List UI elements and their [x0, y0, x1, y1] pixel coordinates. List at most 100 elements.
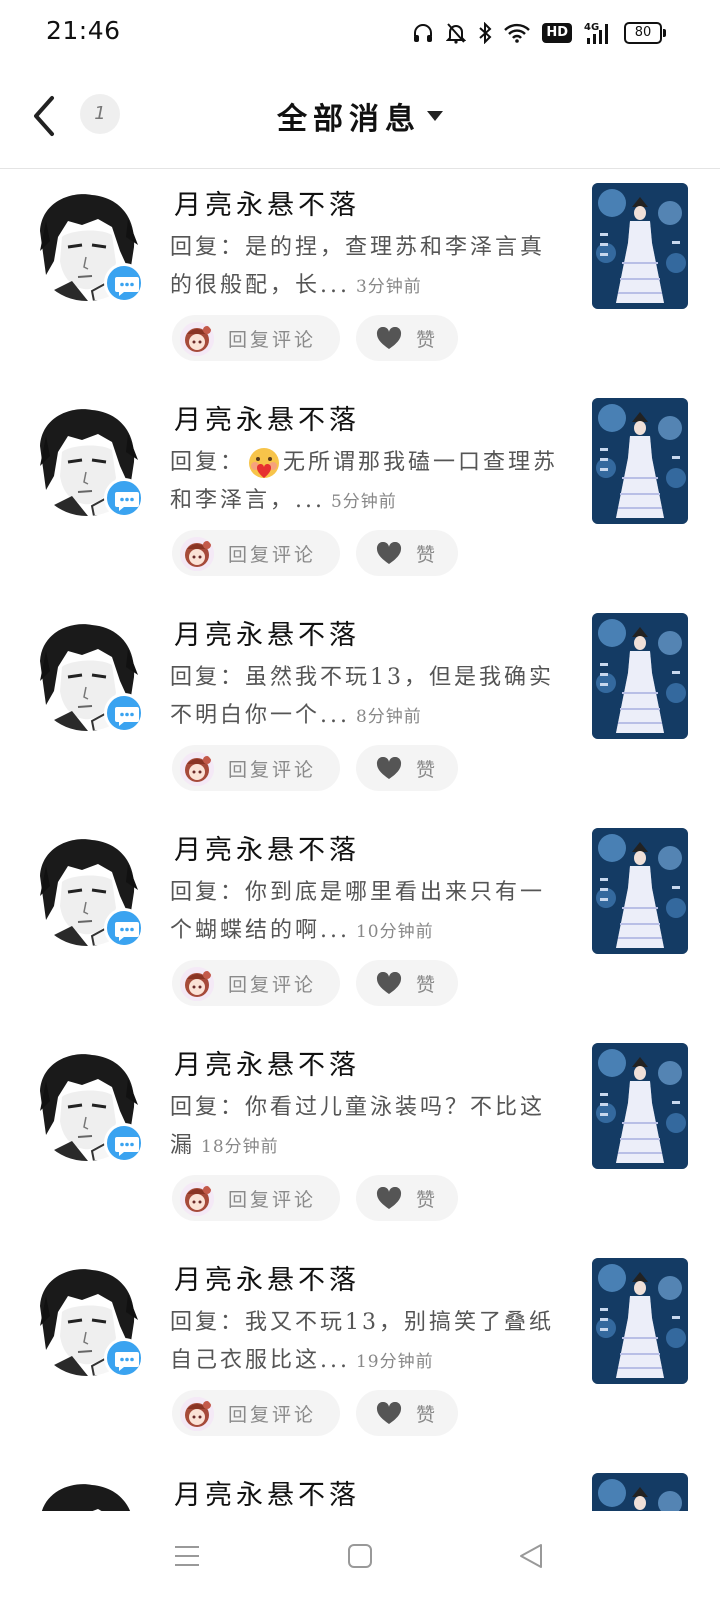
username[interactable]: 月亮永悬不落 [174, 1473, 396, 1511]
like-button[interactable]: 赞 [356, 530, 458, 576]
like-button[interactable]: 赞 [356, 745, 458, 791]
caret-down-icon[interactable] [427, 111, 443, 121]
title-dropdown[interactable]: 全部消息 [0, 94, 720, 138]
post-thumbnail[interactable] [592, 1258, 688, 1384]
crescent-moon-icon [368, 838, 391, 865]
crescent-moon-icon [368, 408, 391, 435]
comment-icon [104, 263, 144, 303]
crescent-moon-icon [368, 1053, 391, 1080]
list-item[interactable]: 月亮永悬不落 [0, 1459, 720, 1511]
reply-comment-button[interactable]: 回复评论 [172, 1175, 340, 1221]
like-label: 赞 [416, 1189, 436, 1211]
username[interactable]: 月亮永悬不落 [174, 398, 396, 439]
user-avatar-small [180, 1397, 214, 1431]
reply-text[interactable]: 回复：是的捏，查理苏和李泽言真的很般配，长... 3分钟前 [170, 229, 560, 306]
post-thumbnail[interactable] [592, 1473, 688, 1511]
crescent-moon-icon [368, 1483, 391, 1510]
timestamp: 18分钟前 [201, 1137, 279, 1157]
system-nav-bar [0, 1511, 720, 1600]
list-item[interactable]: 月亮永悬不落 回复：你看过儿童泳装吗？不比这漏 18分钟前 回复评论 赞 [0, 1029, 720, 1244]
username-text: 月亮永悬不落 [174, 190, 360, 221]
list-item[interactable]: 月亮永悬不落 回复： 无所谓那我磕一口查理苏和李泽言，... 5分钟前 回复评论 赞 [0, 384, 720, 599]
nav-back-button[interactable] [516, 1541, 546, 1571]
comment-icon [104, 908, 144, 948]
heart-icon [376, 757, 402, 779]
avatar[interactable] [32, 1481, 142, 1511]
timestamp: 10分钟前 [355, 922, 434, 942]
username-text: 月亮永悬不落 [174, 620, 360, 651]
list-item[interactable]: 月亮永悬不落 回复：虽然我不玩13，但是我确实不明白你一个... 8分钟前 回复评… [0, 599, 720, 814]
comment-icon [104, 478, 144, 518]
back-triangle-icon [520, 1544, 542, 1568]
reply-text[interactable]: 回复：我又不玩13，别搞笑了叠纸自己衣服比这... 19分钟前 [170, 1304, 560, 1381]
like-button[interactable]: 赞 [356, 960, 458, 1006]
like-button[interactable]: 赞 [356, 315, 458, 361]
username-text: 月亮永悬不落 [174, 1265, 360, 1296]
user-avatar-small [180, 1182, 214, 1216]
timestamp: 19分钟前 [355, 1352, 434, 1372]
username[interactable]: 月亮永悬不落 [174, 1043, 396, 1084]
headphones-icon [414, 24, 433, 42]
page-title[interactable]: 全部消息 [277, 94, 421, 138]
blushing-heart-emoji-icon [249, 448, 280, 478]
post-thumbnail[interactable] [592, 828, 688, 954]
comment-icon [104, 1123, 144, 1163]
bluetooth-icon [479, 22, 492, 44]
username-text: 月亮永悬不落 [174, 405, 360, 436]
message-list[interactable]: 月亮永悬不落 回复：是的捏，查理苏和李泽言真的很般配，长... 3分钟前 回复评论… [0, 169, 720, 1511]
reply-comment-label: 回复评论 [228, 1189, 317, 1211]
heart-icon [376, 972, 402, 994]
recent-apps-button[interactable] [172, 1541, 202, 1571]
battery-icon: 80 [624, 22, 666, 44]
crescent-moon-icon [368, 193, 391, 220]
list-item[interactable]: 月亮永悬不落 回复：是的捏，查理苏和李泽言真的很般配，长... 3分钟前 回复评论… [0, 169, 720, 384]
reply-comment-label: 回复评论 [228, 759, 317, 781]
like-button[interactable]: 赞 [356, 1175, 458, 1221]
reply-comment-label: 回复评论 [228, 544, 317, 566]
header: 1 全部消息 [0, 64, 720, 169]
like-label: 赞 [416, 329, 436, 351]
reply-comment-label: 回复评论 [228, 974, 317, 996]
heart-icon [376, 1187, 402, 1209]
reply-text[interactable]: 回复：你看过儿童泳装吗？不比这漏 18分钟前 [170, 1089, 560, 1166]
username[interactable]: 月亮永悬不落 [174, 828, 396, 869]
like-button[interactable]: 赞 [356, 1390, 458, 1436]
hd-icon: HD [542, 23, 572, 43]
post-thumbnail[interactable] [592, 183, 688, 309]
username[interactable]: 月亮永悬不落 [174, 1258, 396, 1299]
reply-text[interactable]: 回复：虽然我不玩13，但是我确实不明白你一个... 8分钟前 [170, 659, 560, 736]
user-avatar-small [180, 322, 214, 356]
reply-text[interactable]: 回复：你到底是哪里看出来只有一个蝴蝶结的啊... 10分钟前 [170, 874, 560, 951]
post-thumbnail[interactable] [592, 398, 688, 524]
heart-icon [376, 1402, 402, 1424]
home-square-icon [348, 1544, 372, 1568]
post-thumbnail[interactable] [592, 613, 688, 739]
like-label: 赞 [416, 1404, 436, 1426]
heart-icon [376, 327, 402, 349]
reply-comment-button[interactable]: 回复评论 [172, 315, 340, 361]
reply-comment-button[interactable]: 回复评论 [172, 1390, 340, 1436]
home-button[interactable] [345, 1541, 375, 1571]
wifi-icon [504, 23, 531, 43]
user-avatar-small [180, 967, 214, 1001]
reply-comment-label: 回复评论 [228, 1404, 317, 1426]
timestamp: 3分钟前 [355, 277, 422, 297]
timestamp: 5分钟前 [330, 492, 397, 512]
list-item[interactable]: 月亮永悬不落 回复：我又不玩13，别搞笑了叠纸自己衣服比这... 19分钟前 回复… [0, 1244, 720, 1459]
username[interactable]: 月亮永悬不落 [174, 613, 396, 654]
bell-off-icon [446, 23, 467, 44]
user-avatar-small [180, 537, 214, 571]
menu-icon [175, 1546, 199, 1566]
comment-icon [104, 693, 144, 733]
like-label: 赞 [416, 759, 436, 781]
reply-comment-button[interactable]: 回复评论 [172, 745, 340, 791]
reply-comment-button[interactable]: 回复评论 [172, 960, 340, 1006]
crescent-moon-icon [368, 1268, 391, 1295]
post-thumbnail[interactable] [592, 1043, 688, 1169]
list-item[interactable]: 月亮永悬不落 回复：你到底是哪里看出来只有一个蝴蝶结的啊... 10分钟前 回复评… [0, 814, 720, 1029]
username[interactable]: 月亮永悬不落 [174, 183, 396, 224]
reply-text[interactable]: 回复： 无所谓那我磕一口查理苏和李泽言，... 5分钟前 [170, 444, 560, 521]
status-icons: HD 4G 80 [412, 18, 666, 48]
reply-comment-button[interactable]: 回复评论 [172, 530, 340, 576]
heart-icon [376, 542, 402, 564]
